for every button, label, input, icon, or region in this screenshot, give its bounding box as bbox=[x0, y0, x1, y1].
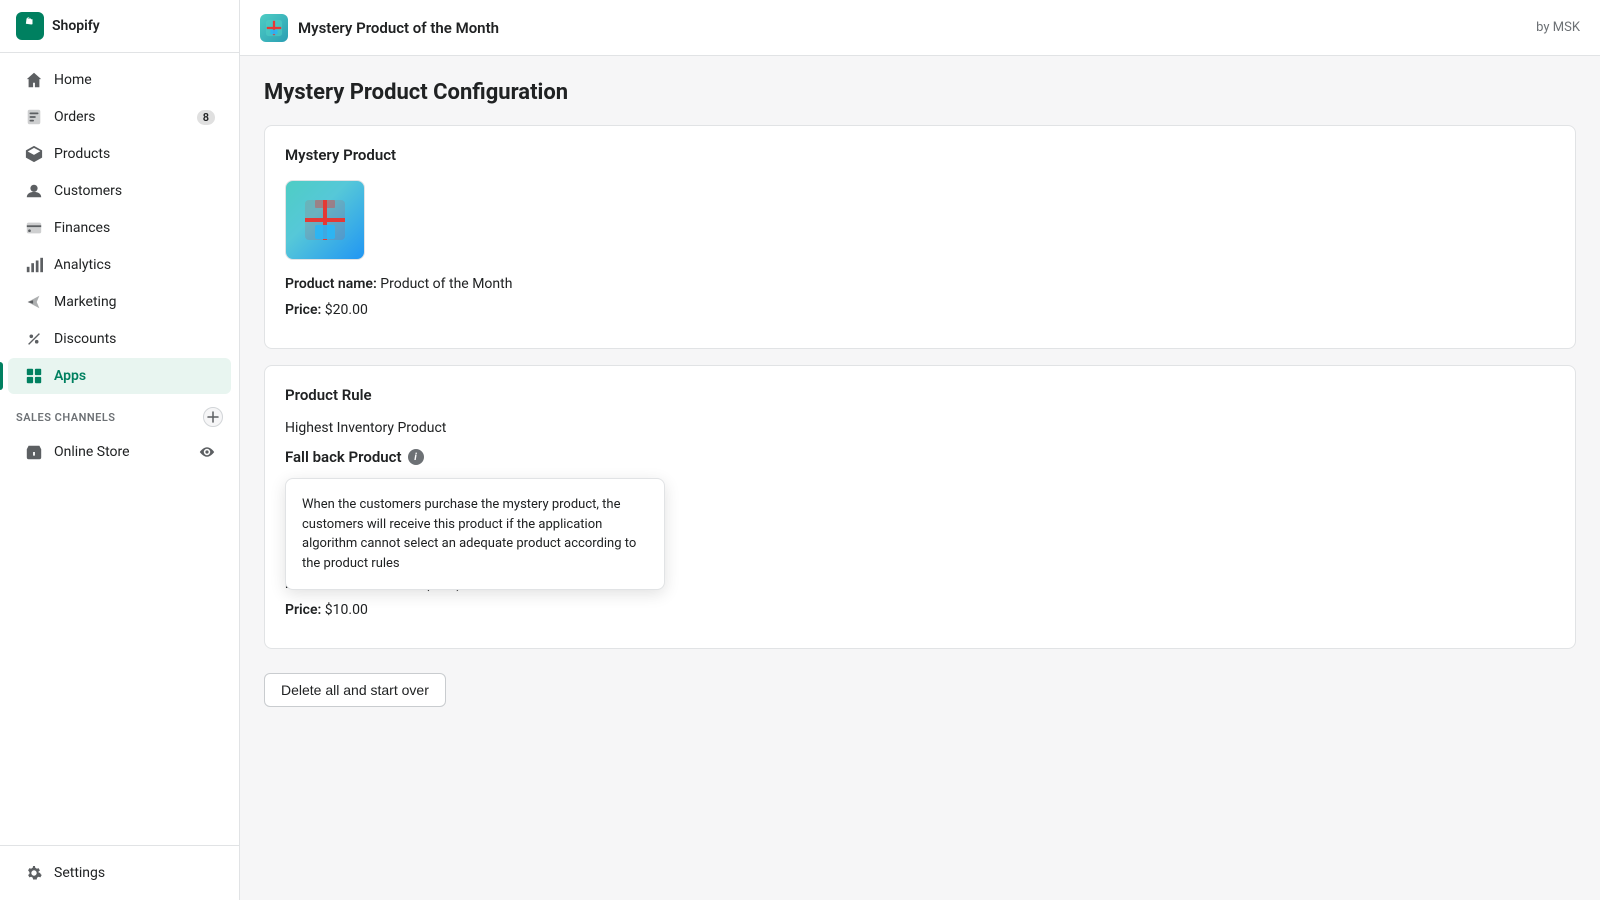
sidebar-item-finances[interactable]: Finances bbox=[8, 210, 231, 246]
content-area: Mystery Product Configuration Mystery Pr… bbox=[240, 56, 1600, 900]
mystery-product-price-value-text: $20.00 bbox=[325, 302, 368, 318]
product-rule-value: Highest Inventory Product bbox=[285, 420, 1555, 436]
mystery-product-name-label: Product name: bbox=[285, 276, 377, 292]
shopify-logo-icon bbox=[16, 12, 44, 40]
discounts-icon bbox=[24, 329, 44, 349]
top-bar-left: Mystery Product of the Month bbox=[260, 14, 499, 42]
sidebar-item-online-store[interactable]: Online Store bbox=[8, 434, 231, 470]
mystery-product-image bbox=[285, 180, 365, 260]
home-icon bbox=[24, 70, 44, 90]
fallback-product-label: Fall back Product bbox=[285, 448, 402, 466]
main-content: Mystery Product of the Month by MSK Myst… bbox=[240, 0, 1600, 900]
fallback-product-price-field: Price: $10.00 bbox=[285, 602, 1555, 618]
customers-icon bbox=[24, 181, 44, 201]
mystery-product-price-label: Price: bbox=[285, 302, 321, 318]
sales-channels-label: SALES CHANNELS bbox=[16, 411, 116, 424]
mystery-product-price-field: Price: $20.00 bbox=[285, 302, 1555, 318]
product-rule-section-title: Product Rule bbox=[285, 386, 1555, 404]
sidebar-item-marketing[interactable]: Marketing bbox=[8, 284, 231, 320]
fallback-product-price-label: Price: bbox=[285, 602, 321, 618]
sidebar-item-apps[interactable]: Apps bbox=[8, 358, 231, 394]
apps-icon bbox=[24, 366, 44, 386]
sidebar-item-home[interactable]: Home bbox=[8, 62, 231, 98]
delete-all-button[interactable]: Delete all and start over bbox=[264, 673, 446, 707]
app-title: Mystery Product of the Month bbox=[298, 19, 499, 37]
top-bar: Mystery Product of the Month by MSK bbox=[240, 0, 1600, 56]
fallback-product-row: Fall back Product i bbox=[285, 448, 1555, 466]
sidebar-logo: Shopify bbox=[0, 0, 239, 53]
sidebar: Shopify Home Orders 8 Products bbox=[0, 0, 240, 900]
sidebar-item-home-label: Home bbox=[54, 72, 92, 88]
online-store-label: Online Store bbox=[54, 444, 130, 460]
mystery-product-name-value-text: Product of the Month bbox=[380, 276, 512, 292]
sidebar-bottom: Settings bbox=[0, 845, 239, 900]
sidebar-navigation: Home Orders 8 Products Customers bbox=[0, 57, 239, 845]
sidebar-item-products[interactable]: Products bbox=[8, 136, 231, 172]
sidebar-item-marketing-label: Marketing bbox=[54, 294, 117, 310]
finances-icon bbox=[24, 218, 44, 238]
store-name: Shopify bbox=[52, 18, 100, 34]
add-sales-channel-button[interactable] bbox=[203, 407, 223, 427]
mystery-product-section-title: Mystery Product bbox=[285, 146, 1555, 164]
products-icon bbox=[24, 144, 44, 164]
sidebar-item-customers-label: Customers bbox=[54, 183, 122, 199]
sidebar-item-discounts-label: Discounts bbox=[54, 331, 116, 347]
sidebar-item-customers[interactable]: Customers bbox=[8, 173, 231, 209]
fallback-tooltip-text: When the customers purchase the mystery … bbox=[302, 497, 636, 571]
mystery-product-card: Mystery Product Product name: Product of… bbox=[264, 125, 1576, 349]
product-rule-card: Product Rule Highest Inventory Product F… bbox=[264, 365, 1576, 649]
fallback-product-price-value-text: $10.00 bbox=[325, 602, 368, 618]
settings-icon bbox=[24, 863, 44, 883]
fallback-info-icon[interactable]: i bbox=[408, 449, 424, 465]
top-bar-by: by MSK bbox=[1536, 20, 1580, 35]
orders-badge: 8 bbox=[197, 110, 215, 125]
marketing-icon bbox=[24, 292, 44, 312]
sidebar-item-analytics[interactable]: Analytics bbox=[8, 247, 231, 283]
sidebar-item-analytics-label: Analytics bbox=[54, 257, 111, 273]
app-icon bbox=[260, 14, 288, 42]
sales-channels-section: SALES CHANNELS bbox=[0, 395, 239, 433]
mystery-product-name-field: Product name: Product of the Month bbox=[285, 276, 1555, 292]
online-store-icon bbox=[24, 442, 44, 462]
sidebar-item-settings[interactable]: Settings bbox=[8, 855, 231, 891]
page-title: Mystery Product Configuration bbox=[264, 80, 1576, 105]
sidebar-item-discounts[interactable]: Discounts bbox=[8, 321, 231, 357]
settings-label: Settings bbox=[54, 865, 105, 881]
sidebar-item-finances-label: Finances bbox=[54, 220, 110, 236]
fallback-tooltip: When the customers purchase the mystery … bbox=[285, 478, 665, 590]
sidebar-item-orders[interactable]: Orders 8 bbox=[8, 99, 231, 135]
online-store-visibility-icon[interactable] bbox=[199, 444, 215, 460]
sidebar-item-products-label: Products bbox=[54, 146, 110, 162]
sidebar-item-apps-label: Apps bbox=[54, 368, 86, 384]
analytics-icon bbox=[24, 255, 44, 275]
sidebar-item-orders-label: Orders bbox=[54, 109, 96, 125]
orders-icon bbox=[24, 107, 44, 127]
